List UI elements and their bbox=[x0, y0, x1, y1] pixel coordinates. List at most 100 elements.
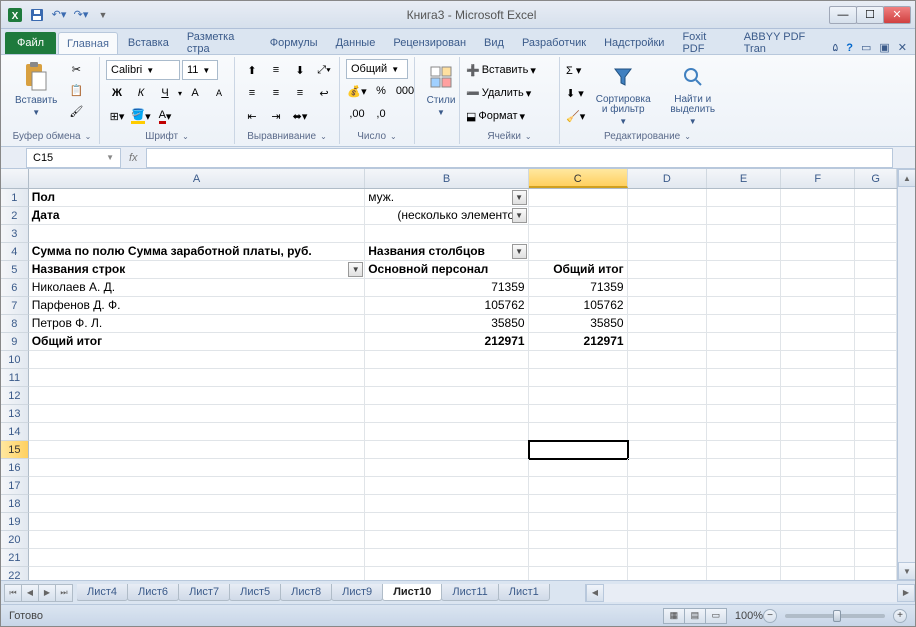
sheet-nav-prev-icon[interactable]: ◀ bbox=[21, 584, 39, 602]
name-box[interactable]: C15▼ bbox=[26, 148, 121, 168]
cell-C15[interactable] bbox=[529, 441, 628, 459]
sheet-nav-first-icon[interactable]: ⏮ bbox=[4, 584, 22, 602]
cell-C9[interactable]: 212971 bbox=[529, 333, 628, 351]
cell-F15[interactable] bbox=[781, 441, 855, 459]
cell-D9[interactable] bbox=[628, 333, 707, 351]
cell-G22[interactable] bbox=[855, 567, 897, 580]
maximize-button[interactable]: ☐ bbox=[856, 6, 884, 24]
cell-A4[interactable]: Сумма по полю Сумма заработной платы, ру… bbox=[29, 243, 366, 261]
excel-icon[interactable]: X bbox=[5, 5, 25, 25]
ribbon-tab-8[interactable]: Надстройки bbox=[596, 32, 672, 54]
cell-B4[interactable]: Названия столбцов▼ bbox=[365, 243, 528, 261]
cell-D20[interactable] bbox=[628, 531, 707, 549]
cell-G10[interactable] bbox=[855, 351, 897, 369]
ribbon-tab-4[interactable]: Данные bbox=[328, 32, 384, 54]
column-header-E[interactable]: E bbox=[707, 169, 781, 188]
align-left-icon[interactable]: ≡ bbox=[241, 83, 263, 103]
fill-button[interactable]: ⬇ ▾ bbox=[566, 82, 585, 104]
find-select-button[interactable]: Найти и выделить▼ bbox=[661, 59, 724, 128]
font-color-icon[interactable]: A▾ bbox=[154, 106, 176, 126]
cell-G15[interactable] bbox=[855, 441, 897, 459]
row-header-2[interactable]: 2 bbox=[1, 207, 29, 225]
cell-A9[interactable]: Общий итог bbox=[29, 333, 366, 351]
scroll-down-icon[interactable]: ▼ bbox=[898, 562, 915, 580]
cell-E4[interactable] bbox=[707, 243, 781, 261]
cell-G7[interactable] bbox=[855, 297, 897, 315]
redo-icon[interactable]: ↷▾ bbox=[71, 5, 91, 25]
qat-dropdown-icon[interactable]: ▼ bbox=[93, 5, 113, 25]
cell-C11[interactable] bbox=[529, 369, 628, 387]
cell-C12[interactable] bbox=[529, 387, 628, 405]
cell-G21[interactable] bbox=[855, 549, 897, 567]
cell-A3[interactable] bbox=[29, 225, 366, 243]
italic-button[interactable]: К bbox=[130, 83, 152, 103]
zoom-in-button[interactable]: + bbox=[893, 609, 907, 623]
cell-F17[interactable] bbox=[781, 477, 855, 495]
font-size-combo[interactable]: 11▼ bbox=[182, 60, 218, 80]
filter-dropdown-icon[interactable]: ▼ bbox=[512, 190, 527, 205]
cell-B3[interactable] bbox=[365, 225, 528, 243]
scroll-right-icon[interactable]: ▶ bbox=[897, 584, 915, 602]
cell-B15[interactable] bbox=[365, 441, 528, 459]
cell-D4[interactable] bbox=[628, 243, 707, 261]
fx-icon[interactable]: fx bbox=[121, 152, 146, 164]
cell-F7[interactable] bbox=[781, 297, 855, 315]
cell-B14[interactable] bbox=[365, 423, 528, 441]
cell-A6[interactable]: Николаев А. Д. bbox=[29, 279, 366, 297]
spreadsheet-grid[interactable]: ABCDEFG 1Полмуж.▼2Дата(несколько элемент… bbox=[1, 169, 897, 580]
cell-A11[interactable] bbox=[29, 369, 366, 387]
cell-D5[interactable] bbox=[628, 261, 707, 279]
cell-F2[interactable] bbox=[781, 207, 855, 225]
row-header-10[interactable]: 10 bbox=[1, 351, 29, 369]
row-header-1[interactable]: 1 bbox=[1, 189, 29, 207]
cell-D16[interactable] bbox=[628, 459, 707, 477]
cell-F22[interactable] bbox=[781, 567, 855, 580]
cell-B17[interactable] bbox=[365, 477, 528, 495]
cell-A8[interactable]: Петров Ф. Л. bbox=[29, 315, 366, 333]
underline-button[interactable]: Ч bbox=[154, 83, 176, 103]
row-header-11[interactable]: 11 bbox=[1, 369, 29, 387]
row-header-12[interactable]: 12 bbox=[1, 387, 29, 405]
column-header-B[interactable]: B bbox=[365, 169, 528, 188]
increase-decimal-icon[interactable]: ,00 bbox=[346, 104, 368, 124]
row-header-6[interactable]: 6 bbox=[1, 279, 29, 297]
cell-G12[interactable] bbox=[855, 387, 897, 405]
cell-C10[interactable] bbox=[529, 351, 628, 369]
cell-E15[interactable] bbox=[707, 441, 781, 459]
cell-F21[interactable] bbox=[781, 549, 855, 567]
ribbon-tab-1[interactable]: Вставка bbox=[120, 32, 177, 54]
cell-B16[interactable] bbox=[365, 459, 528, 477]
page-break-view-icon[interactable]: ▭ bbox=[705, 608, 727, 624]
ribbon-tab-9[interactable]: Foxit PDF bbox=[674, 32, 733, 54]
cell-A1[interactable]: Пол bbox=[29, 189, 366, 207]
currency-icon[interactable]: 💰▾ bbox=[346, 81, 368, 101]
ribbon-tab-10[interactable]: ABBYY PDF Tran bbox=[736, 32, 829, 54]
cell-B13[interactable] bbox=[365, 405, 528, 423]
ribbon-tab-0[interactable]: Главная bbox=[58, 32, 118, 54]
decrease-font-icon[interactable]: A bbox=[208, 83, 230, 103]
row-header-13[interactable]: 13 bbox=[1, 405, 29, 423]
clear-button[interactable]: 🧹▾ bbox=[566, 105, 585, 127]
cell-E5[interactable] bbox=[707, 261, 781, 279]
cell-B19[interactable] bbox=[365, 513, 528, 531]
filter-dropdown-icon[interactable]: ▼ bbox=[348, 262, 363, 277]
cell-A5[interactable]: Названия строк▼ bbox=[29, 261, 366, 279]
cell-C18[interactable] bbox=[529, 495, 628, 513]
cell-A10[interactable] bbox=[29, 351, 366, 369]
cut-icon[interactable]: ✂ bbox=[65, 59, 87, 79]
close-button[interactable]: ✕ bbox=[883, 6, 911, 24]
bold-button[interactable]: Ж bbox=[106, 83, 128, 103]
cell-F20[interactable] bbox=[781, 531, 855, 549]
select-all-corner[interactable] bbox=[1, 169, 29, 188]
cell-A15[interactable] bbox=[29, 441, 366, 459]
cell-C2[interactable] bbox=[529, 207, 628, 225]
cell-A2[interactable]: Дата bbox=[29, 207, 366, 225]
row-header-20[interactable]: 20 bbox=[1, 531, 29, 549]
row-header-19[interactable]: 19 bbox=[1, 513, 29, 531]
cell-A16[interactable] bbox=[29, 459, 366, 477]
cell-A19[interactable] bbox=[29, 513, 366, 531]
cell-G13[interactable] bbox=[855, 405, 897, 423]
row-header-21[interactable]: 21 bbox=[1, 549, 29, 567]
column-header-G[interactable]: G bbox=[855, 169, 897, 188]
number-format-combo[interactable]: Общий▼ bbox=[346, 59, 408, 79]
